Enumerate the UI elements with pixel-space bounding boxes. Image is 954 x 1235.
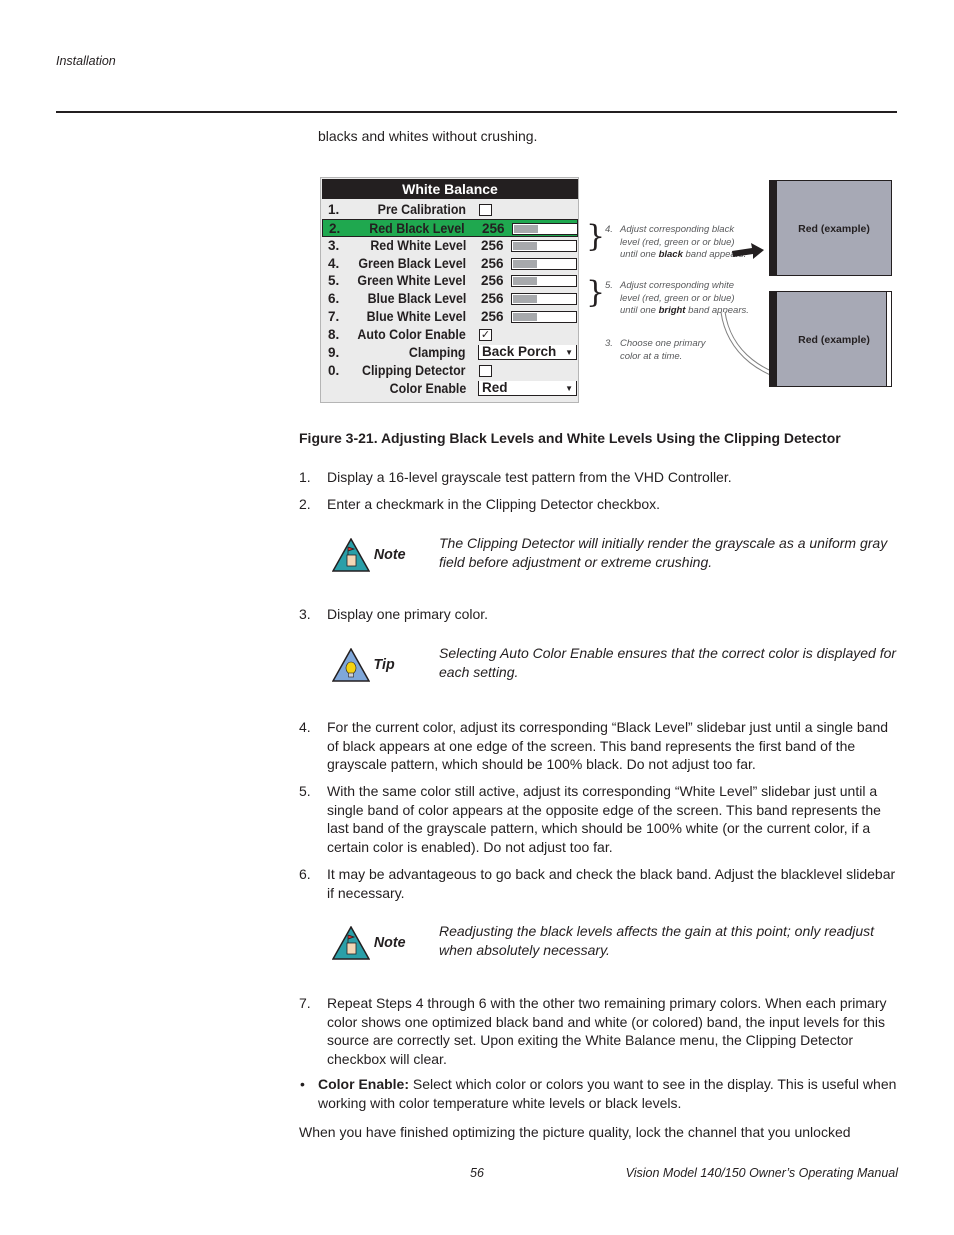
slider-fill: [513, 241, 538, 250]
manual-title: Vision Model 140/150 Owner’s Operating M…: [625, 1166, 898, 1180]
checkbox[interactable]: [479, 364, 492, 377]
page-number: 56: [470, 1166, 484, 1180]
dropdown-value: Back Porch: [482, 343, 557, 359]
checkbox[interactable]: ✓: [479, 328, 492, 341]
slider-fill: [513, 313, 538, 322]
menu-row-red-white-level[interactable]: 3. Red White Level 256: [322, 237, 578, 255]
arrow-right-icon: [732, 243, 764, 259]
chevron-down-icon: ▼: [565, 347, 573, 357]
menu-row-green-white-level[interactable]: 5. Green White Level 256: [322, 272, 578, 290]
chevron-down-icon: ▼: [565, 383, 573, 393]
intro-text: blacks and whites without crushing.: [318, 128, 538, 144]
menu-row-number: 6.: [328, 291, 340, 307]
menu-row-label: Auto Color Enable: [357, 326, 466, 342]
level-slider[interactable]: [512, 222, 578, 235]
level-slider[interactable]: [511, 257, 577, 270]
menu-row-number: 9.: [328, 344, 340, 360]
menu-title: White Balance: [322, 179, 578, 199]
menu-row-pre-calibration[interactable]: 1. Pre Calibration: [322, 201, 578, 219]
white-balance-menu: White Balance 1. Pre Calibration 2. Red Bla…: [320, 177, 579, 403]
menu-row-number: 5.: [328, 273, 340, 289]
running-head: Installation: [56, 54, 116, 68]
slider-value: 256: [481, 291, 504, 307]
menu-row-clipping-detector[interactable]: 0. Clipping Detector: [322, 362, 578, 380]
slider-value: 256: [481, 255, 504, 271]
closing-text: When you have finished optimizing the pi…: [299, 1124, 851, 1140]
screen-label: Red (example): [798, 334, 870, 346]
menu-row-auto-color-enable[interactable]: 8. Auto Color Enable ✓: [322, 326, 578, 344]
list-item: 2. Enter a checkmark in the Clipping Dete…: [299, 496, 661, 512]
list-item: 6. It may be advantageous to go back and …: [299, 866, 896, 901]
menu-row-number: 4.: [328, 255, 340, 271]
menu-row-label: Clamping: [409, 344, 466, 360]
slider-value: 256: [481, 237, 504, 253]
slider-fill: [513, 295, 538, 304]
menu-row-number: 1.: [328, 202, 340, 217]
list-item: 5. With the same color still active, adju…: [299, 783, 881, 855]
checkbox[interactable]: [479, 204, 492, 216]
menu-row-label: Green White Level: [357, 273, 466, 289]
brace-icon: }: [586, 219, 606, 254]
slider-value: 256: [482, 220, 505, 236]
menu-row-label: Pre Calibration: [377, 202, 466, 217]
list-item: 3. Display one primary color.: [299, 606, 489, 622]
menu-row-label: Blue Black Level: [367, 291, 466, 307]
level-slider[interactable]: [511, 239, 577, 252]
note-callout: Note Readjusting the black levels affect…: [330, 922, 900, 966]
menu-row-green-black-level[interactable]: 4. Green Black Level 256: [322, 255, 578, 273]
dropdown-select[interactable]: Red ▼: [478, 379, 577, 396]
menu-row-label: Clipping Detector: [362, 362, 466, 378]
menu-row-blue-black-level[interactable]: 6. Blue Black Level 256: [322, 290, 578, 308]
level-slider[interactable]: [511, 275, 577, 288]
menu-row-blue-white-level[interactable]: 7. Blue White Level 256: [322, 308, 578, 326]
menu-row-label: Red Black Level: [369, 220, 465, 236]
screen-label: Red (example): [798, 223, 870, 235]
dropdown-value: Red: [482, 379, 508, 395]
menu-row-label: Red White Level: [370, 237, 466, 253]
slider-fill: [514, 224, 539, 233]
slider-value: 256: [481, 309, 504, 325]
menu-row-label: Blue White Level: [366, 309, 466, 325]
screen-example-black-band: Red (example): [769, 180, 892, 276]
figure-caption: Figure 3-21. Adjusting Black Levels and …: [299, 430, 841, 446]
tip-callout: Tip Selecting Auto Color Enable ensures …: [330, 644, 900, 688]
slider-value: 256: [481, 273, 504, 289]
lightbulb-icon: [332, 648, 370, 682]
menu-row-color-enable[interactable]: Color Enable Red ▼: [322, 380, 578, 398]
slider-fill: [513, 277, 538, 286]
menu-row-label: Green Black Level: [358, 255, 466, 271]
menu-row-label: Color Enable: [389, 380, 466, 396]
note-hand-icon: [332, 538, 370, 572]
menu-row-red-black-level[interactable]: 2. Red Black Level 256: [322, 218, 578, 237]
menu-row-number: 8.: [328, 326, 340, 342]
header-rule: [56, 111, 897, 113]
level-slider[interactable]: [511, 293, 577, 306]
dropdown-select[interactable]: Back Porch ▼: [478, 343, 577, 360]
level-slider[interactable]: [511, 311, 577, 324]
menu-row-number: 2.: [329, 220, 341, 236]
note-callout: Note The Clipping Detector will initiall…: [330, 534, 900, 578]
list-item: 4. For the current color, adjust its corr…: [299, 719, 889, 773]
list-item: 7. Repeat Steps 4 through 6 with the othe…: [299, 995, 887, 1067]
menu-row-number: 0.: [328, 362, 340, 378]
menu-row-clamping[interactable]: 9. Clamping Back Porch ▼: [322, 344, 578, 362]
note-hand-icon: [332, 926, 370, 960]
bullet-item: • Color Enable: Select which color or co…: [300, 1076, 897, 1111]
list-item: 1. Display a 16-level grayscale test patt…: [299, 469, 732, 485]
menu-row-number: 3.: [328, 237, 340, 253]
menu-row-number: 7.: [328, 309, 340, 325]
slider-fill: [513, 259, 538, 268]
screen-example-bright-band: Red (example): [769, 291, 892, 387]
brace-icon: }: [586, 275, 606, 310]
